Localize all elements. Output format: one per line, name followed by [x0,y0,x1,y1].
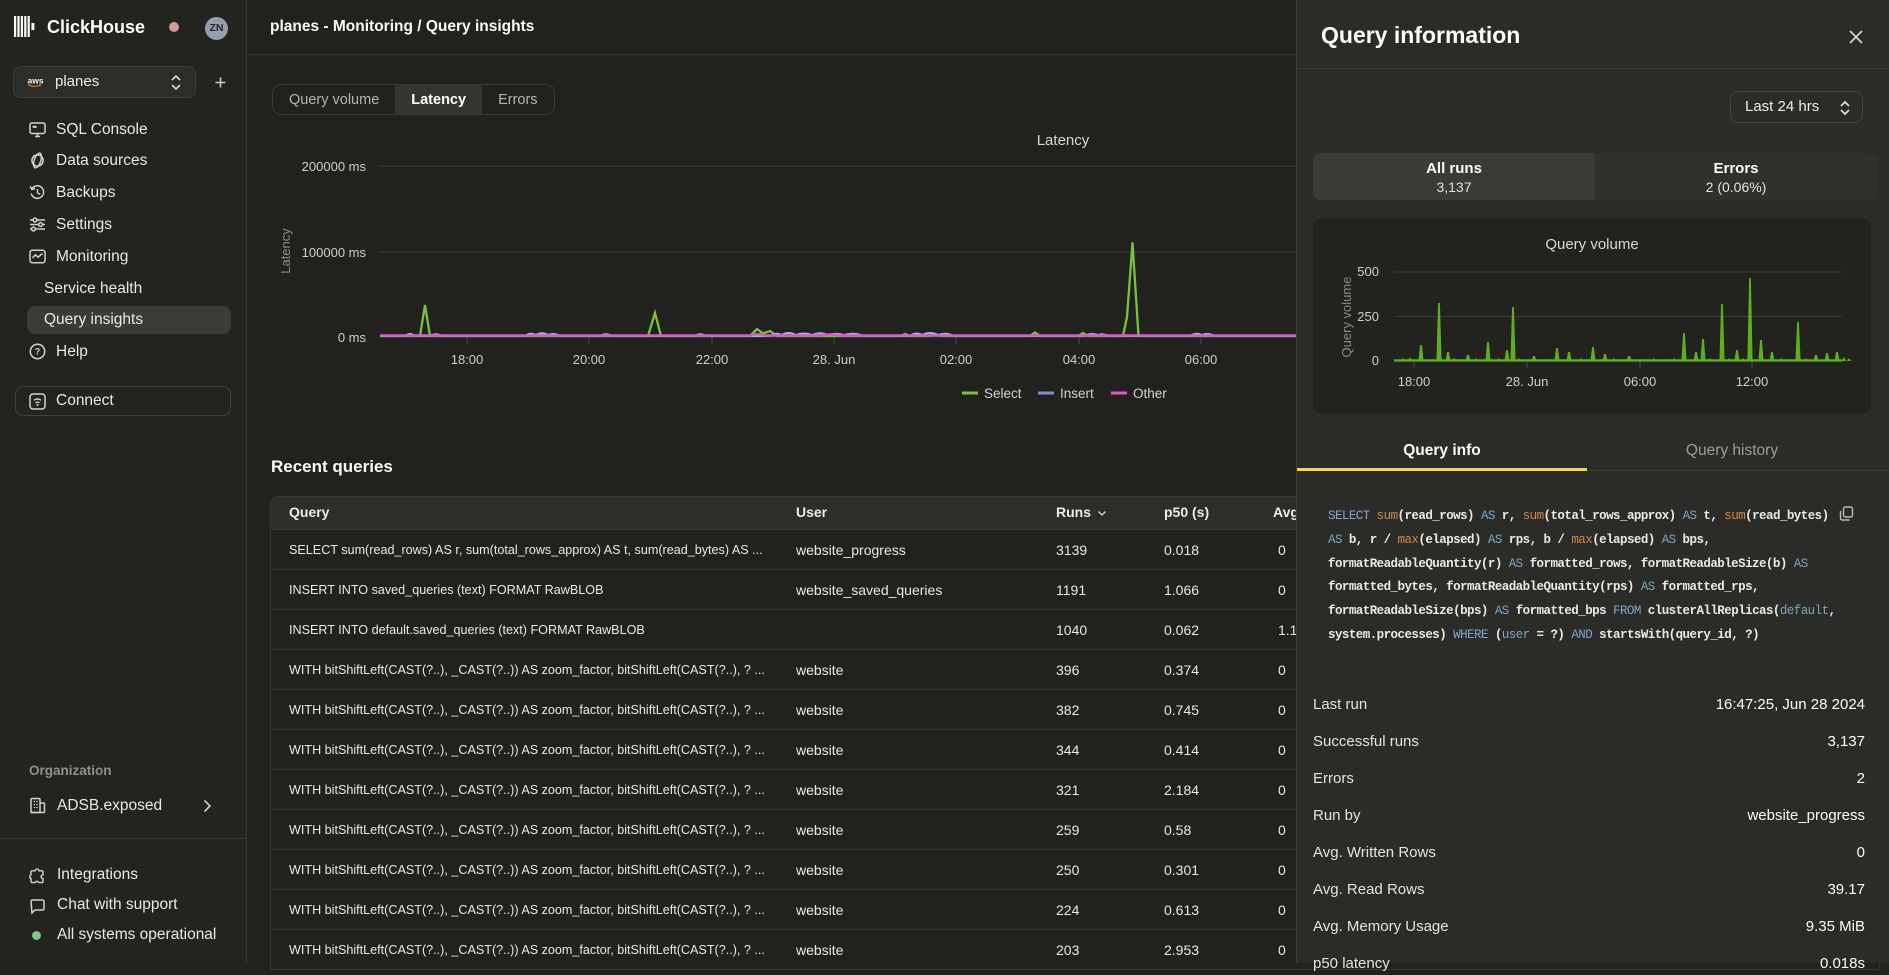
svg-text:100000 ms: 100000 ms [302,245,367,260]
svg-text:250: 250 [1357,309,1379,324]
svg-text:500: 500 [1357,264,1379,279]
svg-text:200000 ms: 200000 ms [302,159,367,174]
svg-text:28. Jun: 28. Jun [813,352,856,367]
svg-text:06:00: 06:00 [1624,374,1657,389]
svg-text:04:00: 04:00 [1063,352,1096,367]
svg-text:0 ms: 0 ms [338,330,367,345]
svg-text:Latency: Latency [278,228,293,274]
svg-text:20:00: 20:00 [573,352,606,367]
svg-text:aws: aws [28,76,44,86]
svg-text:Query volume: Query volume [1339,277,1354,358]
svg-text:12:00: 12:00 [1736,374,1769,389]
svg-text:02:00: 02:00 [940,352,973,367]
svg-text:Query volume: Query volume [1545,236,1638,253]
svg-text:?: ? [35,347,41,357]
svg-text:18:00: 18:00 [1398,374,1431,389]
svg-text:18:00: 18:00 [451,352,484,367]
svg-text:Latency: Latency [1037,132,1090,149]
svg-text:Insert: Insert [1060,386,1094,401]
svg-text:28. Jun: 28. Jun [1506,374,1549,389]
svg-text:22:00: 22:00 [696,352,729,367]
svg-text:Other: Other [1133,386,1167,401]
svg-text:0: 0 [1372,353,1379,368]
svg-text:06:00: 06:00 [1185,352,1218,367]
svg-text:Select: Select [984,386,1022,401]
